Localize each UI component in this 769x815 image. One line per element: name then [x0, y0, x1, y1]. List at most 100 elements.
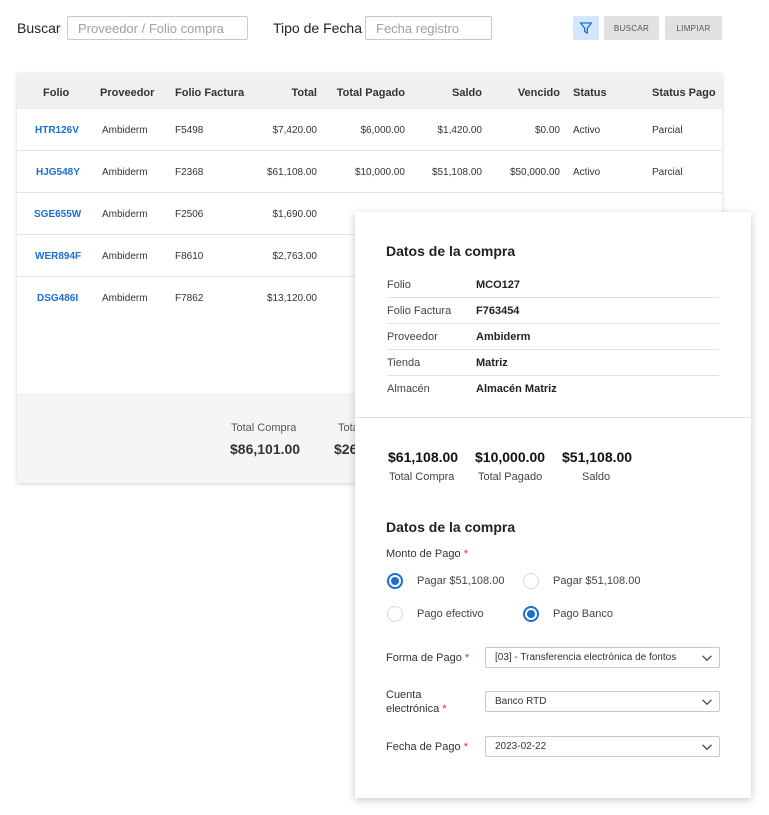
row-total: $7,420.00	[272, 125, 318, 136]
saldo-value: $51,108.00	[562, 449, 633, 465]
fecha-pago-text: Fecha de Pago	[386, 741, 461, 753]
radio-pagar-saldo[interactable]	[523, 573, 539, 589]
cuenta-label-line2: electrónica	[386, 703, 440, 715]
row-proveedor: Ambiderm	[102, 167, 148, 178]
required-mark: *	[464, 652, 470, 664]
required-mark: *	[463, 741, 468, 753]
header-vencido[interactable]: Vencido	[518, 87, 560, 99]
filter-icon	[579, 22, 593, 34]
forma-pago-text: Forma de Pago	[386, 652, 462, 664]
row-folio-link[interactable]: WER894F	[35, 251, 81, 262]
search-input[interactable]	[67, 16, 248, 40]
table-row[interactable]: HTR126V Ambiderm F5498 $7,420.00 $6,000.…	[17, 109, 722, 151]
row-total: $1,690.00	[272, 209, 318, 220]
info-value: Almacén Matriz	[476, 383, 557, 395]
chevron-down-icon	[702, 699, 712, 706]
info-value: MCO127	[476, 279, 521, 291]
radio-pagar-total-label[interactable]: Pagar $51,108.00	[417, 575, 504, 587]
fecha-pago-select[interactable]: 2023-02-22	[485, 736, 720, 757]
footer-partial-value: $26	[334, 441, 358, 457]
row-proveedor: Ambiderm	[102, 293, 148, 304]
header-total-pagado[interactable]: Total Pagado	[337, 87, 405, 99]
monto-pago-label: Monto de Pago *	[386, 547, 468, 561]
header-folio-factura[interactable]: Folio Factura	[175, 87, 244, 99]
row-folio-link[interactable]: SGE655W	[34, 209, 81, 220]
info-value: F763454	[476, 305, 520, 317]
radio-pago-efectivo-label[interactable]: Pago efectivo	[417, 608, 484, 620]
row-folio-factura: F5498	[175, 125, 204, 136]
info-key: Proveedor	[387, 331, 438, 343]
buscar-label: Buscar	[17, 20, 61, 36]
footer-total-compra-label: Total Compra	[231, 422, 297, 434]
purchase-detail-panel: Datos de la compra Folio MCO127 Folio Fa…	[355, 212, 751, 798]
radio-pagar-total[interactable]	[387, 573, 403, 589]
info-row-folio-factura: Folio Factura F763454	[387, 298, 719, 324]
row-folio-link[interactable]: HTR126V	[35, 125, 79, 136]
row-total-pagado: $10,000.00	[354, 167, 405, 178]
total-pagado-label: Total Pagado	[478, 471, 543, 483]
total-compra-label: Total Compra	[389, 471, 455, 483]
row-folio-factura: F2506	[175, 209, 204, 220]
row-status-pago: Parcial	[652, 125, 683, 136]
fecha-pago-label: Fecha de Pago *	[386, 740, 468, 754]
info-value: Matriz	[476, 357, 508, 369]
forma-pago-label: Forma de Pago *	[386, 651, 469, 665]
table-row[interactable]: HJG548Y Ambiderm F2368 $61,108.00 $10,00…	[17, 151, 722, 193]
row-proveedor: Ambiderm	[102, 251, 148, 262]
required-mark: *	[463, 548, 468, 560]
info-key: Folio	[387, 279, 411, 291]
chevron-down-icon	[702, 655, 712, 662]
fecha-pago-value: 2023-02-22	[495, 741, 547, 752]
buscar-button[interactable]: BUSCAR	[604, 16, 659, 40]
info-row-tienda: Tienda Matriz	[387, 350, 719, 376]
row-total-pagado: $6,000.00	[360, 125, 406, 136]
row-folio-link[interactable]: HJG548Y	[36, 167, 80, 178]
row-folio-link[interactable]: DSG486I	[37, 293, 78, 304]
info-row-folio: Folio MCO127	[387, 272, 719, 298]
required-mark: *	[442, 703, 447, 715]
header-saldo[interactable]: Saldo	[452, 87, 482, 99]
table-header: Folio Proveedor Folio Factura Total Tota…	[17, 73, 722, 109]
header-status-pago[interactable]: Status Pago	[652, 87, 716, 99]
footer-total-compra-value: $86,101.00	[230, 441, 301, 457]
filter-button[interactable]	[573, 16, 599, 40]
cuenta-label-line1: Cuenta	[386, 689, 422, 701]
row-status: Activo	[573, 167, 601, 178]
forma-pago-select[interactable]: [03] - Transferencia electrónica de font…	[485, 647, 720, 668]
cuenta-electronica-value: Banco RTD	[495, 696, 547, 707]
row-vencido: $50,000.00	[509, 167, 560, 178]
header-folio[interactable]: Folio	[43, 87, 69, 99]
limpiar-button[interactable]: LIMPIAR	[665, 16, 722, 40]
info-key: Almacén	[387, 383, 430, 395]
modal-title: Datos de la compra	[386, 243, 516, 259]
row-folio-factura: F8610	[175, 251, 204, 262]
row-vencido: $0.00	[534, 125, 560, 136]
radio-pago-efectivo[interactable]	[387, 606, 403, 622]
row-total: $13,120.00	[266, 293, 317, 304]
search-bar: Buscar Tipo de Fecha BUSCAR LIMPIAR	[0, 0, 769, 60]
cuenta-electronica-label: Cuenta electrónica *	[386, 688, 447, 716]
info-value: Ambiderm	[476, 331, 531, 343]
info-key: Tienda	[387, 357, 421, 369]
info-key: Folio Factura	[387, 305, 452, 317]
row-status-pago: Parcial	[652, 167, 683, 178]
tipo-fecha-label: Tipo de Fecha	[273, 20, 362, 36]
cuenta-electronica-select[interactable]: Banco RTD	[485, 691, 720, 712]
header-proveedor[interactable]: Proveedor	[100, 87, 154, 99]
header-status[interactable]: Status	[573, 87, 607, 99]
section-divider	[355, 417, 751, 418]
saldo-label: Saldo	[582, 471, 611, 483]
header-total[interactable]: Total	[292, 87, 317, 99]
total-pagado-value: $10,000.00	[475, 449, 546, 465]
radio-pago-banco-label[interactable]: Pago Banco	[553, 608, 613, 620]
row-status: Activo	[573, 125, 601, 136]
row-folio-factura: F7862	[175, 293, 204, 304]
row-total: $2,763.00	[272, 251, 318, 262]
info-row-proveedor: Proveedor Ambiderm	[387, 324, 719, 350]
radio-pagar-saldo-label[interactable]: Pagar $51,108.00	[553, 575, 640, 587]
tipo-fecha-input[interactable]	[365, 16, 492, 40]
radio-pago-banco[interactable]	[523, 606, 539, 622]
row-saldo: $51,108.00	[431, 167, 482, 178]
info-row-almacen: Almacén Almacén Matriz	[387, 376, 719, 402]
total-compra-value: $61,108.00	[388, 449, 459, 465]
